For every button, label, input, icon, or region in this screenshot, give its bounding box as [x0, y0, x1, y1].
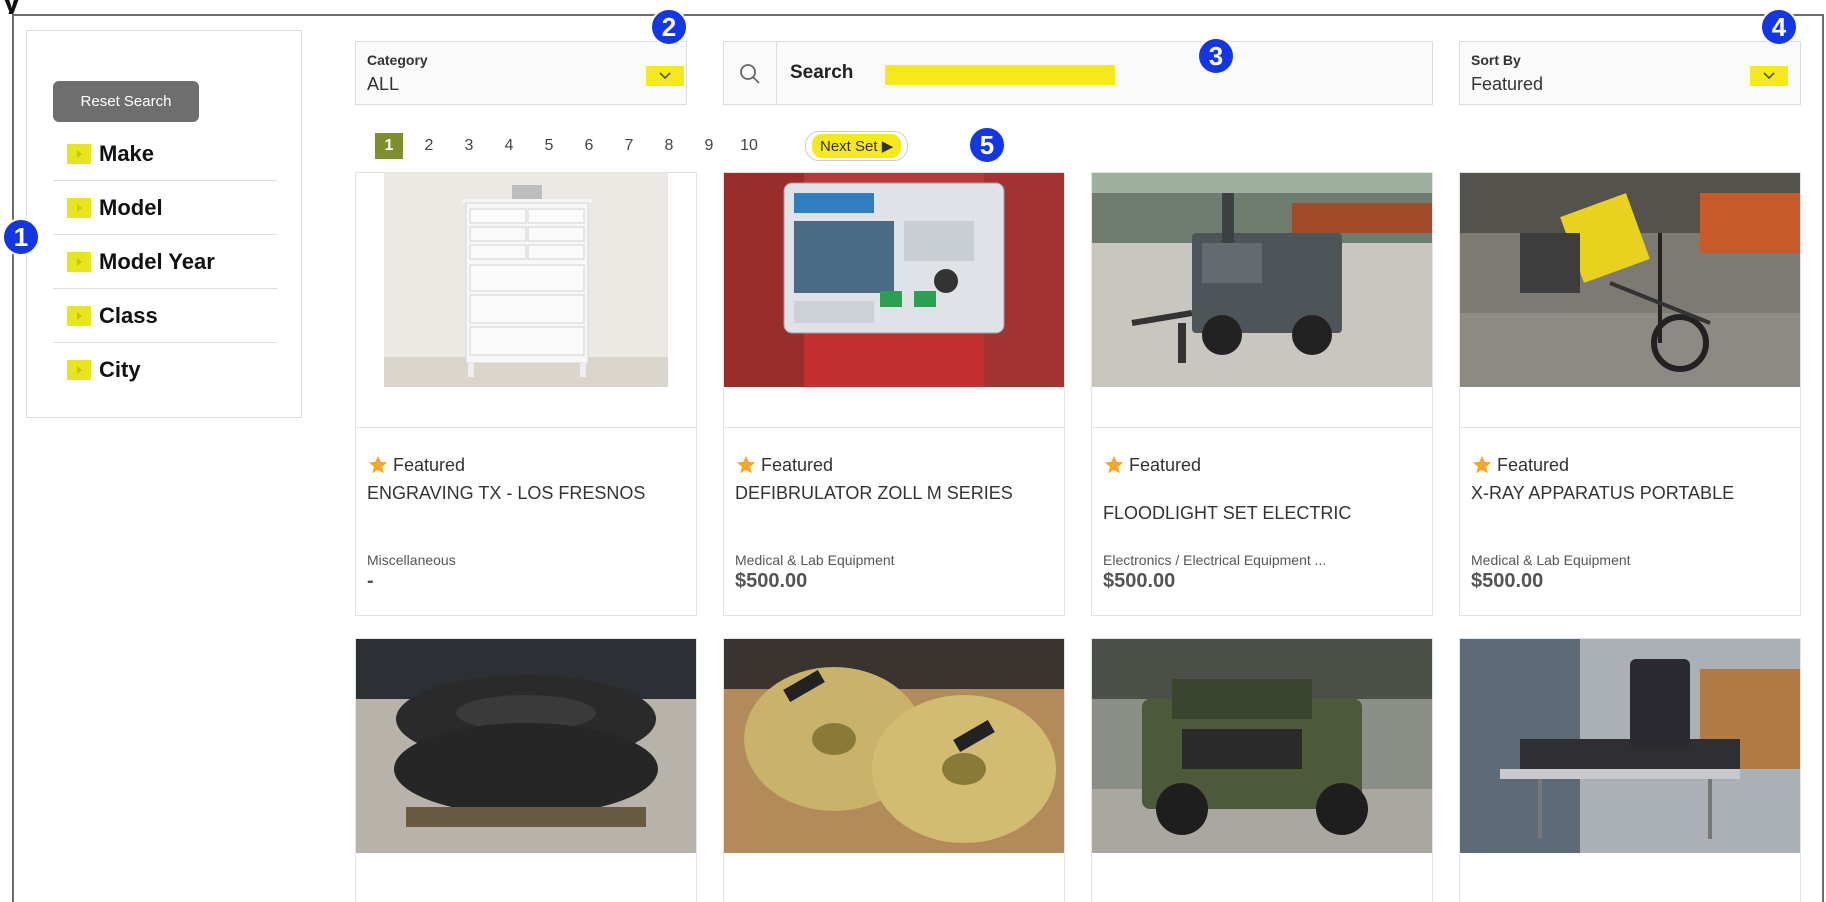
star-icon — [368, 455, 388, 474]
chevron-down-icon[interactable] — [646, 66, 684, 86]
product-category: Electronics / Electrical Equipment ... — [1103, 552, 1327, 568]
search-divider — [776, 42, 777, 104]
filter-sidebar: Reset Search Make Model Model Year Class… — [26, 30, 302, 418]
filter-make[interactable]: Make — [53, 127, 277, 181]
filter-city[interactable]: City — [53, 343, 277, 397]
sort-caption: Sort By — [1471, 52, 1521, 68]
filter-model[interactable]: Model — [53, 181, 277, 235]
product-info: Featured X-RAY APPARATUS PORTABLE Medica… — [1460, 427, 1800, 592]
product-title[interactable]: X-RAY APPARATUS PORTABLE — [1471, 480, 1791, 506]
chevron-right-icon — [67, 197, 91, 218]
category-dropdown[interactable]: Category ALL — [355, 41, 687, 105]
product-card[interactable] — [1459, 638, 1801, 902]
cut-off-heading: y — [0, 0, 1826, 14]
product-title[interactable]: FLOODLIGHT SET ELECTRIC — [1103, 500, 1423, 526]
callout-badge-2: 2 — [650, 8, 688, 46]
product-card[interactable]: Featured DEFIBRULATOR ZOLL M SERIES Medi… — [723, 172, 1065, 616]
featured-tag: Featured — [1471, 454, 1569, 476]
product-price: - — [367, 570, 374, 592]
product-price: $500.00 — [735, 570, 808, 592]
callout-badge-1: 1 — [2, 218, 40, 256]
product-card[interactable] — [1091, 638, 1433, 902]
chevron-right-icon — [67, 143, 91, 164]
product-category: Medical & Lab Equipment — [1471, 552, 1631, 568]
search-icon[interactable] — [738, 62, 762, 86]
page-link-4[interactable]: 4 — [495, 133, 523, 159]
star-icon — [1104, 455, 1124, 474]
product-card[interactable] — [723, 638, 1065, 902]
callout-badge-5: 5 — [968, 126, 1006, 164]
category-caption: Category — [367, 52, 428, 68]
product-card[interactable]: Featured ENGRAVING TX - LOS FRESNOS Misc… — [355, 172, 697, 616]
chevron-right-icon — [67, 251, 91, 272]
featured-label: Featured — [1129, 454, 1202, 475]
page-link-8[interactable]: 8 — [655, 133, 683, 159]
pagination: 1 2 3 4 5 6 7 8 9 10 Next Set ▶ — [375, 131, 909, 161]
filter-class[interactable]: Class — [53, 289, 277, 343]
filter-label: Class — [99, 302, 158, 328]
featured-label: Featured — [393, 454, 466, 475]
filter-model-year[interactable]: Model Year — [53, 235, 277, 289]
dresser-photo[interactable] — [356, 173, 696, 387]
reset-search-button[interactable]: Reset Search — [53, 81, 199, 122]
page-link-3[interactable]: 3 — [455, 133, 483, 159]
next-set-label: Next Set ▶ — [812, 134, 902, 158]
stretcher-photo[interactable] — [1460, 639, 1800, 853]
product-price: $500.00 — [1103, 570, 1176, 592]
page-link-5[interactable]: 5 — [535, 133, 563, 159]
product-info: Featured DEFIBRULATOR ZOLL M SERIES Medi… — [724, 427, 1064, 592]
tires-photo[interactable] — [356, 639, 696, 853]
category-value: ALL — [367, 74, 400, 94]
chevron-right-icon — [67, 305, 91, 326]
filter-list: Make Model Model Year Class City — [53, 127, 277, 397]
product-info: Featured ENGRAVING TX - LOS FRESNOS Misc… — [356, 427, 696, 592]
product-card[interactable] — [355, 638, 697, 902]
filter-label: City — [99, 357, 141, 382]
featured-tag: Featured — [1103, 454, 1201, 476]
page-link-10[interactable]: 10 — [735, 133, 763, 159]
product-title[interactable]: DEFIBRULATOR ZOLL M SERIES — [735, 480, 1055, 506]
filter-label: Make — [99, 140, 155, 166]
featured-tag: Featured — [735, 454, 833, 476]
star-icon — [736, 455, 756, 474]
heading-fragment: y — [2, 0, 21, 14]
search-input[interactable] — [790, 58, 970, 88]
page-link-2[interactable]: 2 — [415, 133, 443, 159]
next-set-button[interactable]: Next Set ▶ — [805, 131, 909, 161]
page-link-6[interactable]: 6 — [575, 133, 603, 159]
xray-apparatus-photo[interactable] — [1460, 173, 1800, 387]
product-card[interactable]: Featured FLOODLIGHT SET ELECTRIC Electro… — [1091, 172, 1433, 616]
star-icon — [1472, 455, 1492, 474]
product-card[interactable]: Featured X-RAY APPARATUS PORTABLE Medica… — [1459, 172, 1801, 616]
product-title[interactable]: ENGRAVING TX - LOS FRESNOS — [367, 480, 687, 506]
defibrillator-photo[interactable] — [724, 173, 1064, 387]
product-info: Featured FLOODLIGHT SET ELECTRIC Electro… — [1092, 427, 1432, 592]
floodlight-trailer-photo[interactable] — [1092, 173, 1432, 387]
chevron-down-icon[interactable] — [1750, 66, 1788, 86]
page-link-7[interactable]: 7 — [615, 133, 643, 159]
sort-by-dropdown[interactable]: Sort By Featured — [1459, 41, 1801, 105]
featured-tag: Featured — [367, 454, 465, 476]
page-link-9[interactable]: 9 — [695, 133, 723, 159]
product-price: $500.00 — [1471, 570, 1544, 592]
featured-label: Featured — [761, 454, 834, 475]
cymbals-photo[interactable] — [724, 639, 1064, 853]
filter-label: Model Year — [99, 248, 215, 274]
chevron-right-icon — [67, 360, 91, 380]
product-category: Medical & Lab Equipment — [735, 552, 895, 568]
filter-label: Model — [99, 194, 163, 220]
callout-badge-3: 3 — [1197, 37, 1235, 75]
page-link-1[interactable]: 1 — [375, 133, 403, 159]
sort-value: Featured — [1471, 74, 1544, 94]
featured-label: Featured — [1497, 454, 1570, 475]
product-category: Miscellaneous — [367, 552, 456, 568]
search-bar — [723, 41, 1433, 105]
humvee-photo[interactable] — [1092, 639, 1432, 853]
callout-badge-4: 4 — [1760, 8, 1798, 46]
